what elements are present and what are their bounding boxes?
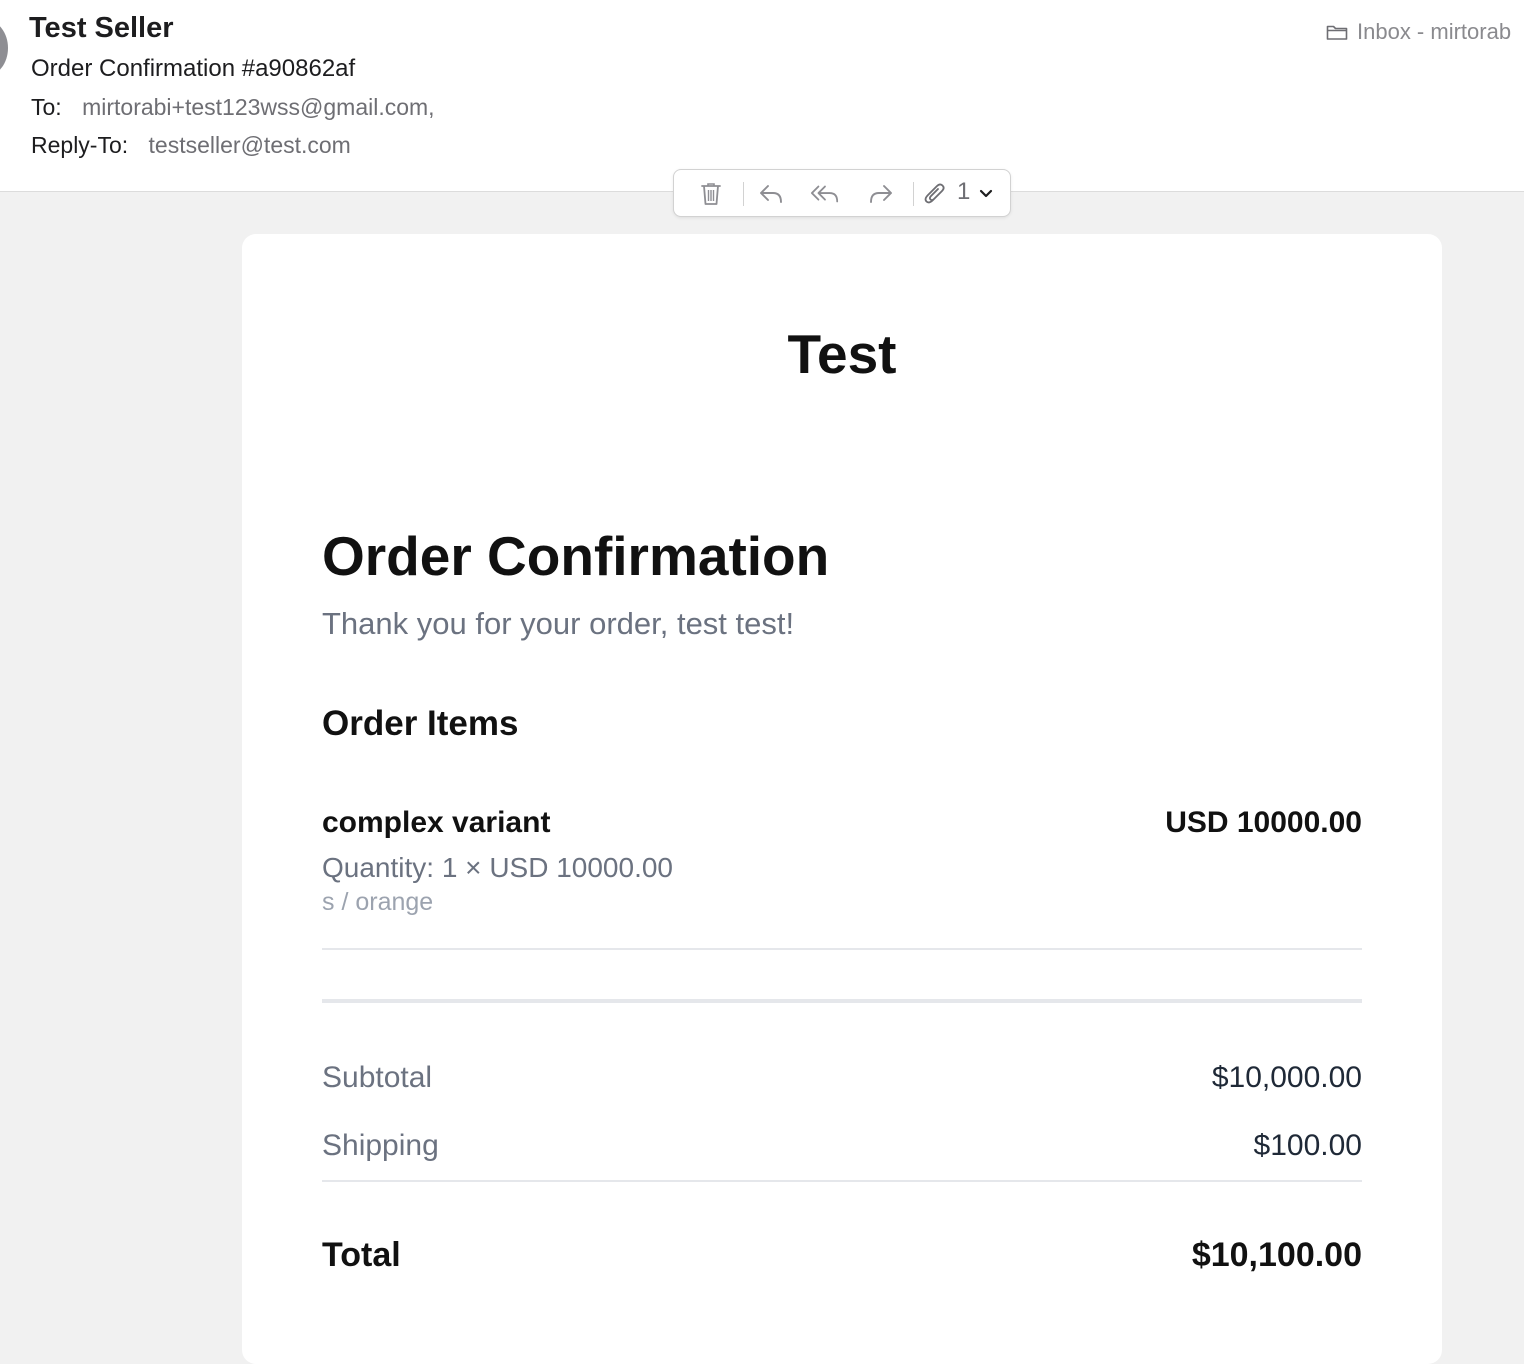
trash-icon[interactable] [696,180,726,208]
toolbar-separator [743,182,744,206]
attachment-count[interactable]: 1 [957,178,970,206]
sender-name: Test Seller [29,12,174,44]
total-label: Total [322,1236,401,1274]
reply-icon[interactable] [756,180,786,208]
subtotal-label: Subtotal [322,1061,433,1094]
message-toolbar: 1 [673,169,1011,217]
to-row: To: mirtorabi+test123wss@gmail.com, [31,94,435,121]
divider [322,948,1362,950]
shipping-value: $100.00 [1253,1129,1362,1162]
reply-to-address[interactable]: testseller@test.com [149,132,351,158]
mailbox-label: Inbox - mirtorab [1357,19,1512,44]
toolbar-separator [913,182,914,206]
reply-to-label: Reply-To: [31,132,129,158]
item-name: complex variant [322,806,551,839]
email-header: Test Seller Order Confirmation #a90862af… [0,0,1524,192]
mailbox-location[interactable]: Inbox - mirtorab [1326,19,1511,45]
paperclip-icon[interactable] [920,180,950,208]
item-price: USD 10000.00 [1165,806,1362,839]
chevron-down-icon[interactable] [971,180,1001,208]
to-label: To: [31,94,62,120]
item-quantity: Quantity: 1 × USD 10000.00 [322,852,673,883]
order-confirmation-heading: Order Confirmation [322,525,830,587]
email-subject: Order Confirmation #a90862af [31,55,356,82]
email-body-card: Test Order Confirmation Thank you for yo… [242,234,1442,1364]
divider [322,1180,1362,1182]
forward-icon[interactable] [866,180,896,208]
total-value: $10,100.00 [1191,1236,1362,1274]
reply-to-row: Reply-To: testseller@test.com [31,132,351,159]
shipping-label: Shipping [322,1129,439,1162]
folder-icon [1326,25,1348,40]
divider [322,999,1362,1003]
store-name: Test [787,323,897,385]
subtotal-value: $10,000.00 [1211,1061,1362,1094]
order-items-heading: Order Items [322,704,519,743]
reply-all-icon[interactable] [810,180,840,208]
avatar [0,20,8,76]
to-address[interactable]: mirtorabi+test123wss@gmail.com, [82,94,435,120]
item-variant: s / orange [322,888,434,916]
thank-you-message: Thank you for your order, test test! [322,606,795,641]
